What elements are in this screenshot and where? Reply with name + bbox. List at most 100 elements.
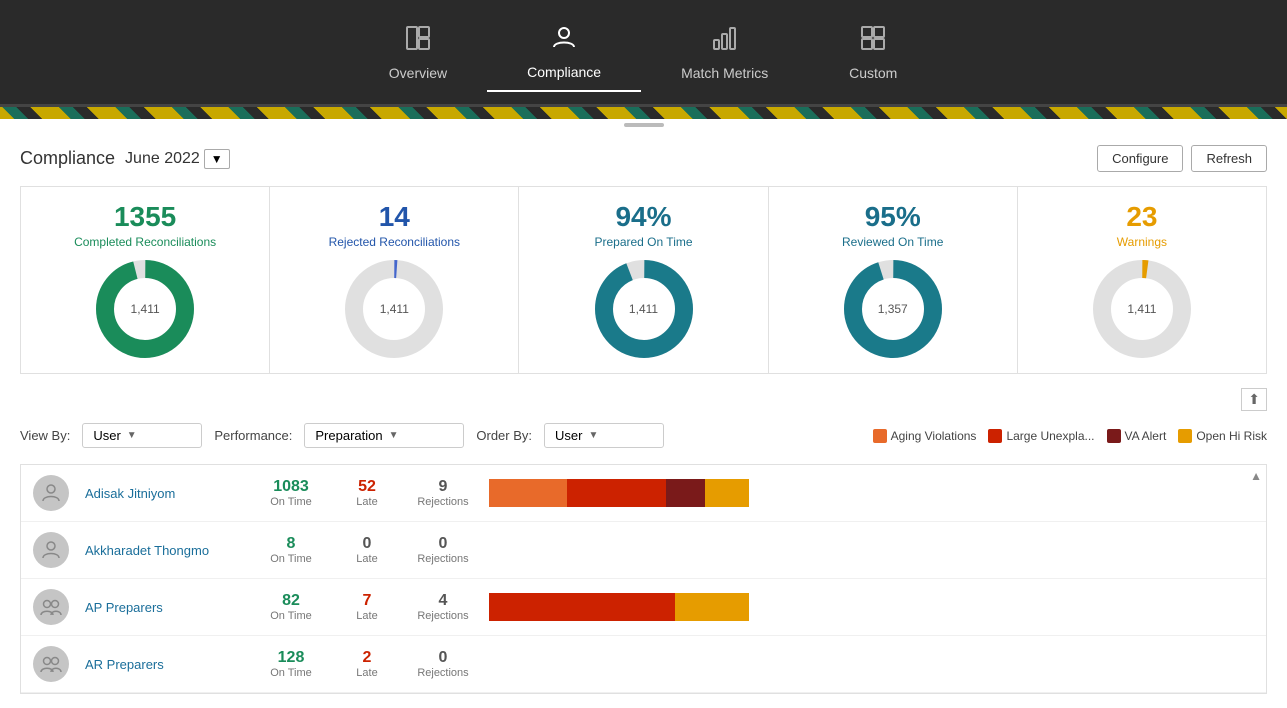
view-by-value: User: [93, 428, 120, 443]
user-avatar: [33, 589, 69, 625]
stat-late: 2 Late: [337, 649, 397, 679]
late-value: 0: [363, 535, 372, 553]
handle-pill: [624, 123, 664, 127]
nav-item-compliance[interactable]: Compliance: [487, 13, 641, 92]
handle-bar: [0, 119, 1287, 131]
late-value: 2: [363, 649, 372, 667]
stat-on-time: 128 On Time: [261, 649, 321, 679]
donut-center-1: 1,411: [380, 302, 409, 316]
on-time-value: 1083: [273, 478, 309, 496]
metric-cards: 1355 Completed Reconciliations 1,411 14 …: [20, 186, 1267, 374]
donut-center-4: 1,411: [1127, 302, 1156, 316]
view-controls: View By: User ▼ Performance: Preparation…: [20, 415, 1267, 456]
metric-value-2: 94%: [615, 201, 671, 233]
nav-item-match-metrics[interactable]: Match Metrics: [641, 14, 808, 91]
late-label: Late: [356, 667, 377, 679]
legend-item-1: Large Unexpla...: [988, 429, 1094, 443]
donut-2: 1,411: [594, 259, 694, 359]
stat-on-time: 1083 On Time: [261, 478, 321, 508]
refresh-button[interactable]: Refresh: [1191, 145, 1267, 172]
user-avatar: [33, 532, 69, 568]
nav-label-match-metrics: Match Metrics: [681, 65, 768, 81]
rejections-value: 9: [439, 478, 448, 496]
user-name[interactable]: AR Preparers: [85, 657, 245, 672]
on-time-label: On Time: [270, 610, 312, 622]
bar-segment-2: [666, 479, 705, 507]
on-time-label: On Time: [270, 667, 312, 679]
performance-caret: ▼: [389, 430, 399, 441]
on-time-label: On Time: [270, 553, 312, 565]
metric-label-0: Completed Reconciliations: [74, 235, 216, 249]
date-selector: June 2022 ▼: [125, 149, 230, 169]
match-metrics-icon: [711, 24, 739, 59]
stat-on-time: 82 On Time: [261, 592, 321, 622]
bar-segment-0: [489, 479, 567, 507]
page-title: Compliance: [20, 148, 115, 169]
legend-dot-2: [1107, 429, 1121, 443]
nav-label-custom: Custom: [849, 65, 897, 81]
table-row: AP Preparers 82 On Time 7 Late 4 Rejecti…: [21, 579, 1266, 636]
scroll-indicator[interactable]: ▲: [1250, 469, 1262, 483]
bar-segment-3: [705, 479, 749, 507]
legend: Aging Violations Large Unexpla... VA Ale…: [873, 429, 1267, 443]
metric-card-4[interactable]: 23 Warnings 1,411: [1018, 187, 1266, 373]
nav-label-overview: Overview: [389, 65, 447, 81]
metric-card-2[interactable]: 94% Prepared On Time 1,411: [519, 187, 768, 373]
stat-on-time: 8 On Time: [261, 535, 321, 565]
header-right: Configure Refresh: [1097, 145, 1267, 172]
metric-card-3[interactable]: 95% Reviewed On Time 1,357: [769, 187, 1018, 373]
user-name[interactable]: Akkharadet Thongmo: [85, 543, 245, 558]
legend-label-1: Large Unexpla...: [1006, 429, 1094, 443]
stat-rejections: 0 Rejections: [413, 535, 473, 565]
metric-value-3: 95%: [865, 201, 921, 233]
custom-icon: [859, 24, 887, 59]
table-scroll[interactable]: Adisak Jitniyom 1083 On Time 52 Late 9 R…: [21, 465, 1266, 693]
rejections-label: Rejections: [417, 610, 468, 622]
legend-dot-1: [988, 429, 1002, 443]
nav-item-custom[interactable]: Custom: [808, 14, 938, 91]
legend-item-0: Aging Violations: [873, 429, 977, 443]
order-by-caret: ▼: [588, 430, 598, 441]
header-row: Compliance June 2022 ▼ Configure Refresh: [20, 145, 1267, 172]
user-name[interactable]: Adisak Jitniyom: [85, 486, 245, 501]
main-content: Compliance June 2022 ▼ Configure Refresh…: [0, 131, 1287, 708]
nav-item-overview[interactable]: Overview: [349, 14, 487, 91]
compliance-icon: [550, 23, 578, 58]
stat-late: 7 Late: [337, 592, 397, 622]
table-row: Adisak Jitniyom 1083 On Time 52 Late 9 R…: [21, 465, 1266, 522]
view-by-dropdown[interactable]: User ▼: [82, 423, 202, 448]
table-row: Akkharadet Thongmo 8 On Time 0 Late 0 Re…: [21, 522, 1266, 579]
stat-late: 52 Late: [337, 478, 397, 508]
order-by-dropdown[interactable]: User ▼: [544, 423, 664, 448]
expand-icon[interactable]: ⬆: [1241, 388, 1267, 411]
configure-button[interactable]: Configure: [1097, 145, 1183, 172]
late-label: Late: [356, 496, 377, 508]
donut-1: 1,411: [344, 259, 444, 359]
donut-center-2: 1,411: [629, 302, 658, 316]
metric-label-3: Reviewed On Time: [842, 235, 943, 249]
legend-label-3: Open Hi Risk: [1196, 429, 1267, 443]
rejections-label: Rejections: [417, 496, 468, 508]
donut-center-3: 1,357: [878, 302, 908, 316]
date-dropdown-button[interactable]: ▼: [204, 149, 230, 169]
overview-icon: [404, 24, 432, 59]
metric-card-0[interactable]: 1355 Completed Reconciliations 1,411: [21, 187, 270, 373]
on-time-label: On Time: [270, 496, 312, 508]
bar-segment-1: [675, 593, 749, 621]
legend-dot-0: [873, 429, 887, 443]
on-time-value: 8: [287, 535, 296, 553]
stat-rejections: 0 Rejections: [413, 649, 473, 679]
performance-dropdown[interactable]: Preparation ▼: [304, 423, 464, 448]
legend-label-0: Aging Violations: [891, 429, 977, 443]
legend-item-2: VA Alert: [1107, 429, 1167, 443]
metric-card-1[interactable]: 14 Rejected Reconciliations 1,411: [270, 187, 519, 373]
late-value: 52: [358, 478, 376, 496]
rejections-value: 0: [439, 649, 448, 667]
user-name[interactable]: AP Preparers: [85, 600, 245, 615]
metric-label-2: Prepared On Time: [594, 235, 692, 249]
user-avatar: [33, 646, 69, 682]
decorative-band: [0, 107, 1287, 119]
view-by-caret: ▼: [127, 430, 137, 441]
date-label: June 2022: [125, 150, 200, 168]
metric-label-1: Rejected Reconciliations: [329, 235, 460, 249]
